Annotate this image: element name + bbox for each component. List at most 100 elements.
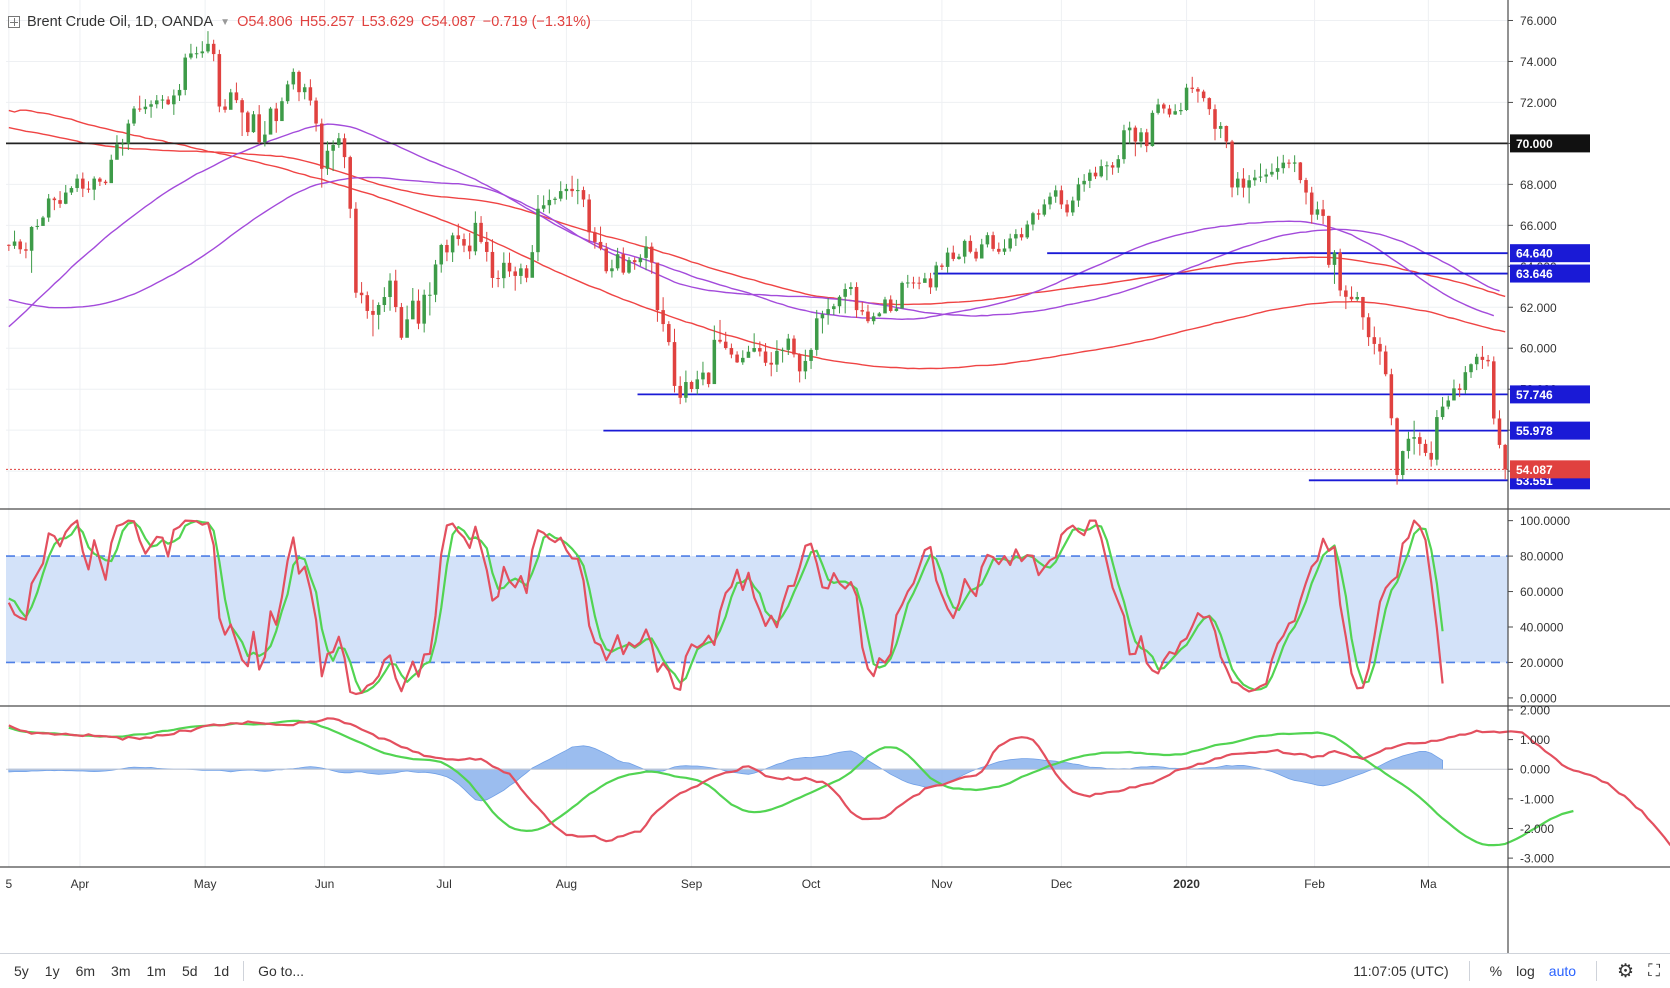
time-axis-label[interactable]: Ma — [1420, 877, 1437, 891]
time-axis-label[interactable]: Apr — [71, 877, 90, 891]
goto-button[interactable]: Go to... — [250, 963, 312, 979]
candle-body — [388, 280, 392, 298]
utc-clock[interactable]: 11:07:05 (UTC) — [1353, 963, 1448, 979]
time-axis-label[interactable]: Oct — [802, 877, 821, 891]
candle-body — [1281, 162, 1286, 169]
symbol-title[interactable]: Brent Crude Oil, 1D, OANDA — [27, 14, 213, 30]
candle-body — [1173, 111, 1177, 115]
candle-body — [1418, 437, 1422, 444]
fullscreen-icon[interactable]: ⛶ — [1648, 961, 1660, 981]
candle — [1122, 124, 1126, 164]
candle-body — [1133, 127, 1138, 142]
level-label[interactable]: 64.640 — [1516, 247, 1553, 261]
bottom-toolbar: 5y 1y 6m 3m 1m 5d 1d Go to... 11:07:05 (… — [0, 953, 1670, 988]
candle-body — [359, 292, 364, 296]
candle-body — [871, 316, 876, 322]
candle-body — [723, 341, 728, 349]
candle-body — [12, 241, 17, 246]
level-label[interactable]: 55.978 — [1516, 424, 1553, 438]
candle-body — [809, 349, 813, 361]
candle-body — [422, 294, 426, 324]
time-axis-label[interactable]: Nov — [931, 877, 952, 891]
candle-body — [439, 244, 444, 265]
candle-body — [911, 282, 916, 284]
range-1d-button[interactable]: 1d — [206, 963, 238, 979]
time-axis-label[interactable]: Dec — [1051, 877, 1072, 891]
gear-icon[interactable]: ⚙ — [1617, 960, 1634, 983]
candle-body — [962, 240, 967, 257]
level-label[interactable]: 57.746 — [1516, 388, 1553, 402]
candle-body — [1156, 104, 1160, 113]
candle-body — [194, 53, 199, 55]
time-axis-label[interactable]: Aug — [556, 877, 577, 891]
candle-body — [1036, 213, 1041, 215]
candle-body — [1241, 178, 1246, 188]
candle-body — [1139, 132, 1143, 142]
candle-body — [1309, 192, 1314, 215]
candle-body — [1002, 248, 1007, 252]
candle-body — [1122, 130, 1126, 160]
stoch-axis-label: 80.0000 — [1520, 550, 1564, 564]
candle-body — [314, 100, 318, 124]
level-label[interactable]: 70.000 — [1516, 137, 1553, 151]
candle-body — [1395, 418, 1399, 476]
candle-body — [115, 144, 119, 160]
candle-body — [797, 354, 802, 372]
time-axis-label[interactable]: Feb — [1304, 877, 1325, 891]
candle-body — [655, 262, 660, 311]
candle-body — [35, 225, 40, 227]
candle-body — [1031, 213, 1035, 225]
candle-body — [587, 199, 591, 233]
candle — [792, 335, 796, 358]
candle-body — [1093, 172, 1098, 177]
log-scale-button[interactable]: log — [1516, 963, 1535, 979]
range-1y-button[interactable]: 1y — [37, 963, 68, 979]
candle-body — [433, 264, 438, 295]
candle-body — [644, 246, 648, 258]
time-axis-label[interactable]: 2020 — [1173, 877, 1200, 891]
range-3m-button[interactable]: 3m — [103, 963, 138, 979]
collapse-legend-icon[interactable] — [8, 16, 20, 28]
last-price-label[interactable]: 54.087 — [1516, 463, 1553, 477]
candle-body — [1355, 297, 1359, 300]
candle-body — [63, 192, 68, 204]
percent-scale-button[interactable]: % — [1490, 963, 1502, 979]
range-6m-button[interactable]: 6m — [68, 963, 103, 979]
candle-body — [536, 208, 540, 253]
candle-body — [1400, 451, 1405, 476]
level-label[interactable]: 63.646 — [1516, 267, 1553, 281]
candle-body — [1116, 159, 1121, 168]
candle-body — [741, 357, 745, 363]
candle-body — [86, 188, 91, 190]
candle-body — [1110, 165, 1115, 168]
range-5d-button[interactable]: 5d — [174, 963, 206, 979]
time-axis-label[interactable]: Jul — [436, 877, 451, 891]
candle-body — [729, 348, 734, 355]
candle-body — [632, 260, 637, 263]
candle-body — [1344, 290, 1348, 297]
candle-body — [109, 159, 114, 184]
time-axis-label[interactable]: 5 — [6, 877, 13, 891]
candle-body — [621, 254, 626, 273]
candle — [667, 321, 671, 346]
candle-body — [1059, 190, 1064, 205]
range-1m-button[interactable]: 1m — [139, 963, 174, 979]
time-axis-label[interactable]: May — [194, 877, 217, 891]
candle-body — [1304, 180, 1308, 193]
candle-body — [445, 244, 449, 253]
candle-body — [997, 248, 1001, 252]
candle-body — [530, 252, 535, 278]
candle-body — [735, 354, 739, 363]
auto-scale-button[interactable]: auto — [1549, 963, 1576, 979]
candle-body — [1076, 184, 1081, 201]
candle-body — [1201, 91, 1206, 99]
candle-body — [467, 245, 472, 252]
chart-canvas[interactable]: 76.00074.00072.00070.00068.00066.00064.0… — [0, 0, 1670, 953]
time-axis-label[interactable]: Sep — [681, 877, 703, 891]
time-axis-label[interactable]: Jun — [315, 877, 334, 891]
candle-body — [1469, 364, 1473, 373]
candle-body — [75, 178, 79, 189]
range-5y-button[interactable]: 5y — [6, 963, 37, 979]
chevron-down-icon[interactable]: ▼ — [220, 17, 230, 28]
candle-body — [957, 256, 961, 259]
